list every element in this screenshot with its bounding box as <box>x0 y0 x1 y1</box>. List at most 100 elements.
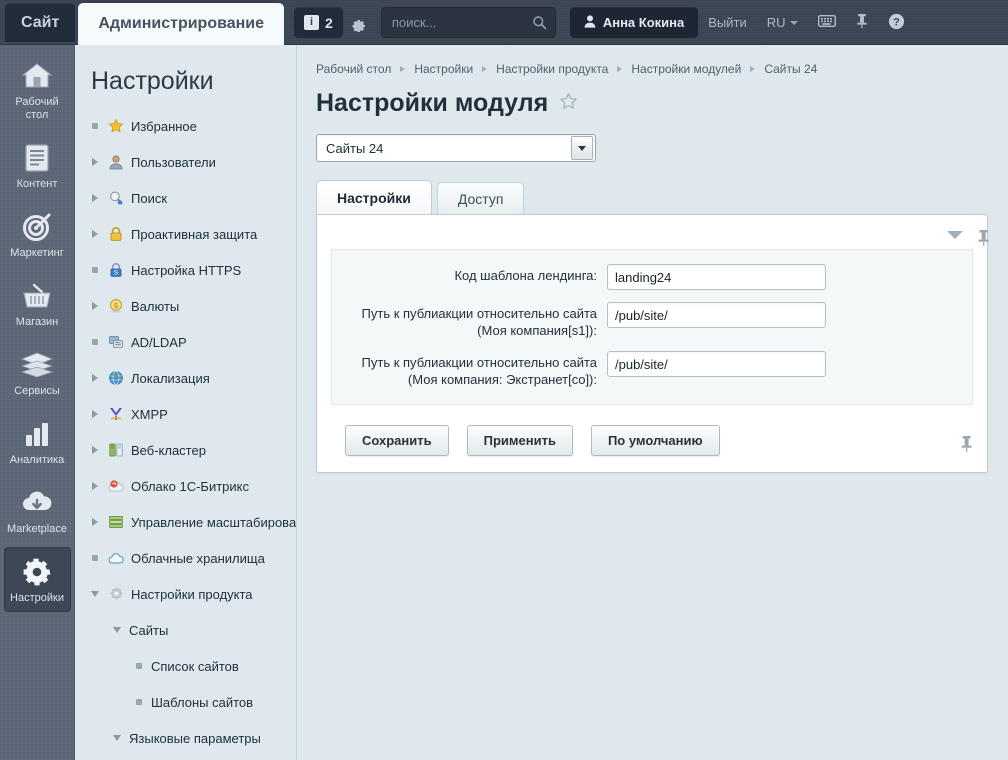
help-icon: ? <box>888 13 905 33</box>
notifications-button[interactable]: i 2 <box>294 7 343 38</box>
form-buttons: Сохранить Применить По умолчанию <box>331 405 973 456</box>
currency-icon: $ <box>107 297 125 315</box>
save-button[interactable]: Сохранить <box>345 425 449 456</box>
tree-item-label: XMPP <box>131 406 168 422</box>
chevron-down-icon[interactable] <box>111 624 123 636</box>
rail-item-settings[interactable]: Настройки <box>3 547 71 612</box>
rail-label: Маркетинг <box>10 247 64 259</box>
star-outline-icon[interactable] <box>559 92 578 116</box>
tree-item-https-settings[interactable]: S Настройка HTTPS <box>89 252 296 288</box>
breadcrumb-item-desktop[interactable]: Рабочий стол <box>316 62 391 76</box>
search-icon[interactable] <box>532 15 547 35</box>
tree-item-users[interactable]: Пользователи <box>89 144 296 180</box>
tab-access[interactable]: Доступ <box>436 182 525 214</box>
tab-administration[interactable]: Администрирование <box>78 3 285 45</box>
tree-item-ad-ldap[interactable]: AD/LDAP <box>89 324 296 360</box>
keyboard-button[interactable] <box>808 7 846 38</box>
dot-icon <box>89 552 101 564</box>
breadcrumb: Рабочий стол Настройки Настройки продукт… <box>298 45 1008 76</box>
main-content: Рабочий стол Настройки Настройки продукт… <box>298 45 1008 760</box>
defaults-button[interactable]: По умолчанию <box>590 425 720 456</box>
chevron-down-icon[interactable] <box>89 588 101 600</box>
publish-path-s1-input[interactable] <box>607 302 826 328</box>
language-switcher[interactable]: RU <box>757 7 808 38</box>
pin-icon[interactable] <box>977 229 990 252</box>
https-lock-icon: S <box>107 261 125 279</box>
page-title: Настройки модуля <box>316 89 549 117</box>
bar-chart-icon <box>6 417 69 451</box>
rail-item-marketplace[interactable]: Marketplace <box>4 478 71 543</box>
chevron-right-icon[interactable] <box>89 480 101 492</box>
chevron-right-icon[interactable] <box>89 156 101 168</box>
chevron-right-icon[interactable] <box>89 372 101 384</box>
rail-item-marketing[interactable]: Маркетинг <box>4 202 71 267</box>
home-icon <box>6 59 69 93</box>
star-icon <box>107 117 125 135</box>
tree-item-label: AD/LDAP <box>131 334 187 350</box>
settings-form: Код шаблона лендинга: Путь к публиакции … <box>331 249 973 405</box>
tab-settings[interactable]: Настройки <box>316 180 432 214</box>
breadcrumb-separator-icon <box>750 66 756 72</box>
breadcrumb-item-module-settings[interactable]: Настройки модулей <box>631 62 741 76</box>
logout-button[interactable]: Выйти <box>698 7 757 38</box>
chevron-right-icon[interactable] <box>89 300 101 312</box>
publish-path-co-input[interactable] <box>607 351 826 377</box>
dot-icon <box>89 336 101 348</box>
tree-item-currencies[interactable]: $ Валюты <box>89 288 296 324</box>
chevron-right-icon[interactable] <box>89 192 101 204</box>
tree-item-bitrix-cloud[interactable]: Облако 1С-Битрикс <box>89 468 296 504</box>
magnifier-icon <box>107 189 125 207</box>
gear-icon <box>107 585 125 603</box>
rail-item-services[interactable]: Сервисы <box>4 340 71 405</box>
tree-item-favorites[interactable]: Избранное <box>89 108 296 144</box>
dot-icon <box>89 120 101 132</box>
tree-item-localization[interactable]: Локализация <box>89 360 296 396</box>
chevron-right-icon[interactable] <box>89 516 101 528</box>
tree-item-scaling-management[interactable]: Управление масштабирова <box>89 504 296 540</box>
rail-item-shop[interactable]: Магазин <box>4 271 71 336</box>
chevron-right-icon[interactable] <box>89 408 101 420</box>
tree-item-sites[interactable]: Сайты <box>89 612 296 648</box>
tree-item-site-templates[interactable]: Шаблоны сайтов <box>89 684 296 720</box>
field-label: Путь к публиакции относительно сайта (Мо… <box>361 306 597 338</box>
tree-item-cloud-storage[interactable]: Облачные хранилища <box>89 540 296 576</box>
module-select[interactable]: Сайты 24 <box>316 134 596 162</box>
tree-item-search[interactable]: Поиск <box>89 180 296 216</box>
rail-item-analytics[interactable]: Аналитика <box>4 409 71 474</box>
pin-icon[interactable] <box>960 435 973 458</box>
chevron-right-icon[interactable] <box>89 444 101 456</box>
chevron-right-icon[interactable] <box>89 228 101 240</box>
tree-item-xmpp[interactable]: XMPP <box>89 396 296 432</box>
tree-item-language-params[interactable]: Языковые параметры <box>89 720 296 756</box>
landing-template-code-input[interactable] <box>607 264 826 290</box>
gear-icon[interactable] <box>351 18 367 34</box>
tree-item-web-cluster[interactable]: Веб-кластер <box>89 432 296 468</box>
pin-button[interactable] <box>846 7 878 38</box>
apply-button[interactable]: Применить <box>466 425 573 456</box>
module-select-value: Сайты 24 <box>326 140 384 156</box>
tree-item-product-settings[interactable]: Настройки продукта <box>89 576 296 612</box>
settings-tree-list: Избранное Пользователи Поиск Проактивная… <box>75 108 296 756</box>
chevron-down-icon[interactable] <box>571 136 593 160</box>
tree-item-proactive-protection[interactable]: Проактивная защита <box>89 216 296 252</box>
search-input[interactable] <box>381 15 594 30</box>
breadcrumb-item-product-settings[interactable]: Настройки продукта <box>496 62 608 76</box>
tree-item-label: Список сайтов <box>151 658 239 674</box>
svg-text:S: S <box>114 271 118 277</box>
settings-tree-panel: Настройки Избранное Пользователи Поиск П… <box>75 45 297 760</box>
info-icon: i <box>304 15 320 30</box>
search-box[interactable] <box>380 7 594 38</box>
rail-item-desktop[interactable]: Рабочий стол <box>4 51 71 129</box>
tab-site[interactable]: Сайт <box>5 3 76 42</box>
rail-item-content[interactable]: Контент <box>4 133 71 198</box>
rail-label: Аналитика <box>9 454 65 466</box>
tree-item-label: Управление масштабирова <box>131 514 297 530</box>
tree-item-site-list[interactable]: Список сайтов <box>89 648 296 684</box>
chevron-down-icon[interactable] <box>111 732 123 744</box>
tree-item-label: Пользователи <box>131 154 216 170</box>
chevron-down-icon[interactable] <box>947 231 963 239</box>
breadcrumb-item-current: Сайты 24 <box>764 62 818 76</box>
breadcrumb-item-settings[interactable]: Настройки <box>414 62 473 76</box>
help-button[interactable]: ? <box>878 7 915 38</box>
